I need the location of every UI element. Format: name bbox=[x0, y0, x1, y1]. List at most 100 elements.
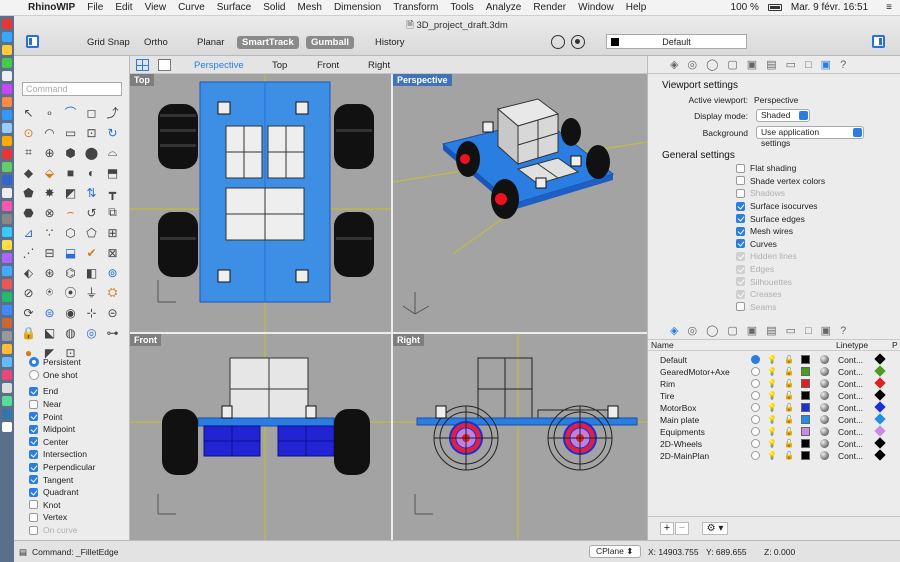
materials-tab-icon[interactable]: ◎ bbox=[687, 324, 697, 337]
tool-17-icon[interactable]: ⬙ bbox=[41, 164, 58, 181]
grid-tab-icon[interactable]: □ bbox=[805, 325, 812, 337]
lock-icon[interactable]: 🔓 bbox=[784, 427, 794, 436]
option-checkbox[interactable] bbox=[736, 251, 745, 261]
linetype-value[interactable]: Cont... bbox=[838, 403, 863, 413]
tool-7-icon[interactable]: ◠ bbox=[41, 124, 58, 141]
layer-name[interactable]: 2D-Wheels bbox=[660, 439, 702, 449]
lock-icon[interactable]: 🔓 bbox=[784, 367, 794, 376]
osnap-checkbox[interactable] bbox=[29, 525, 38, 535]
menu-transform[interactable]: Transform bbox=[387, 2, 444, 13]
linetype-value[interactable]: Cont... bbox=[838, 439, 863, 449]
viewport-label-top[interactable]: Top bbox=[130, 74, 154, 86]
print-color-icon[interactable] bbox=[874, 353, 886, 365]
menu-solid[interactable]: Solid bbox=[257, 2, 291, 13]
display-tab-icon[interactable]: ◯ bbox=[706, 324, 718, 337]
menu-help[interactable]: Help bbox=[620, 2, 653, 13]
osnap-checkbox[interactable] bbox=[29, 424, 38, 434]
layer-color-swatch[interactable] bbox=[801, 379, 810, 388]
toolbar-grid-snap[interactable]: Grid Snap bbox=[82, 36, 135, 49]
display-option-surface-edges[interactable]: Surface edges bbox=[736, 212, 825, 225]
layer-name[interactable]: Default bbox=[660, 355, 687, 365]
layer-color-swatch[interactable] bbox=[801, 451, 810, 460]
print-color-icon[interactable] bbox=[874, 425, 886, 437]
current-layer-radio[interactable] bbox=[751, 451, 760, 460]
layer-row[interactable]: Default 💡 🔓 Cont... bbox=[648, 353, 900, 366]
menu-dimension[interactable]: Dimension bbox=[328, 2, 387, 13]
tool-53-icon[interactable]: ◉ bbox=[62, 304, 79, 321]
option-checkbox[interactable] bbox=[736, 226, 745, 236]
menu-surface[interactable]: Surface bbox=[211, 2, 257, 13]
layer-name[interactable]: Tire bbox=[660, 391, 674, 401]
current-layer-selector[interactable]: Default bbox=[606, 34, 747, 49]
tool-2-icon[interactable]: ∘ bbox=[41, 104, 58, 121]
osnap-on-curve[interactable]: On curve bbox=[29, 524, 95, 537]
material-icon[interactable] bbox=[820, 379, 829, 388]
linetype-value[interactable]: Cont... bbox=[838, 379, 863, 389]
tool-13-icon[interactable]: ⬢ bbox=[62, 144, 79, 161]
clock[interactable]: Mar. 9 févr. 16:51 bbox=[791, 2, 868, 13]
osnap-checkbox[interactable] bbox=[29, 500, 38, 510]
toolbar-history[interactable]: History bbox=[370, 36, 410, 49]
tool-34-icon[interactable]: ⬠ bbox=[83, 224, 100, 241]
option-checkbox[interactable] bbox=[736, 214, 745, 224]
current-layer-radio[interactable] bbox=[751, 415, 760, 424]
lock-icon[interactable]: 🔓 bbox=[784, 451, 794, 460]
osnap-center[interactable]: Center bbox=[29, 436, 95, 449]
visibility-bulb-icon[interactable]: 💡 bbox=[767, 391, 777, 400]
osnap-checkbox[interactable] bbox=[29, 512, 38, 522]
viewport-settings-icon[interactable]: ▣ bbox=[821, 58, 831, 71]
tool-37-icon[interactable]: ⊟ bbox=[41, 244, 58, 261]
osnap-checkbox[interactable] bbox=[29, 399, 38, 409]
lock-icon[interactable]: 🔓 bbox=[784, 379, 794, 388]
menu-file[interactable]: File bbox=[81, 2, 109, 13]
lock-icon[interactable]: 🔓 bbox=[784, 391, 794, 400]
tool-29-icon[interactable]: ↺ bbox=[83, 204, 100, 221]
help-tab-icon[interactable]: ? bbox=[840, 325, 846, 337]
option-checkbox[interactable] bbox=[736, 277, 745, 287]
print-color-icon[interactable] bbox=[874, 377, 886, 389]
layer-color-swatch[interactable] bbox=[801, 391, 810, 400]
visibility-bulb-icon[interactable]: 💡 bbox=[767, 355, 777, 364]
tool-11-icon[interactable]: ⌗ bbox=[20, 144, 37, 161]
frame-icon[interactable]: ▭ bbox=[786, 58, 796, 71]
visibility-bulb-icon[interactable]: 💡 bbox=[767, 403, 777, 412]
lock-icon[interactable]: 🔓 bbox=[784, 403, 794, 412]
tool-41-icon[interactable]: ⬖ bbox=[20, 264, 37, 281]
option-checkbox[interactable] bbox=[736, 163, 745, 173]
current-layer-radio[interactable] bbox=[751, 355, 760, 364]
tool-35-icon[interactable]: ⊞ bbox=[104, 224, 121, 241]
column-name[interactable]: Name bbox=[651, 340, 674, 350]
column-linetype[interactable]: Linetype bbox=[836, 340, 868, 350]
tool-50-icon[interactable]: ⛭ bbox=[104, 284, 121, 301]
current-layer-radio[interactable] bbox=[751, 439, 760, 448]
material-icon[interactable] bbox=[820, 415, 829, 424]
toggle-right-panel-icon[interactable] bbox=[872, 35, 885, 48]
osnap-near[interactable]: Near bbox=[29, 398, 95, 411]
tool-28-icon[interactable]: ⌢ bbox=[62, 204, 79, 221]
linetype-value[interactable]: Cont... bbox=[838, 367, 863, 377]
column-print[interactable]: P bbox=[892, 340, 898, 350]
tool-51-icon[interactable]: ⟳ bbox=[20, 304, 37, 321]
layer-name[interactable]: GearedMotor+Axe bbox=[660, 367, 730, 377]
material-icon[interactable] bbox=[820, 391, 829, 400]
display-option-surface-isocurves[interactable]: Surface isocurves bbox=[736, 200, 825, 213]
tool-23-icon[interactable]: ◩ bbox=[62, 184, 79, 201]
print-color-icon[interactable] bbox=[874, 389, 886, 401]
tool-1-icon[interactable]: ↖ bbox=[20, 104, 37, 121]
print-color-icon[interactable] bbox=[874, 413, 886, 425]
osnap-checkbox[interactable] bbox=[29, 437, 38, 447]
osnap-one-shot[interactable]: One shot bbox=[29, 369, 95, 382]
radio-one-shot[interactable] bbox=[29, 369, 39, 380]
display-option-mesh-wires[interactable]: Mesh wires bbox=[736, 225, 825, 238]
tool-6-icon[interactable]: ⊙ bbox=[20, 124, 37, 141]
print-color-icon[interactable] bbox=[874, 449, 886, 461]
tool-30-icon[interactable]: ⧉ bbox=[104, 204, 121, 221]
tool-12-icon[interactable]: ⊕ bbox=[41, 144, 58, 161]
tool-15-icon[interactable]: ⌓ bbox=[104, 144, 121, 161]
menu-app[interactable]: RhinoWIP bbox=[22, 2, 81, 13]
four-view-icon[interactable] bbox=[136, 59, 149, 71]
layer-color-swatch[interactable] bbox=[801, 427, 810, 436]
layer-row[interactable]: Rim 💡 🔓 Cont... bbox=[648, 377, 900, 390]
material-icon[interactable] bbox=[820, 367, 829, 376]
tool-48-icon[interactable]: ⦿ bbox=[62, 284, 79, 301]
